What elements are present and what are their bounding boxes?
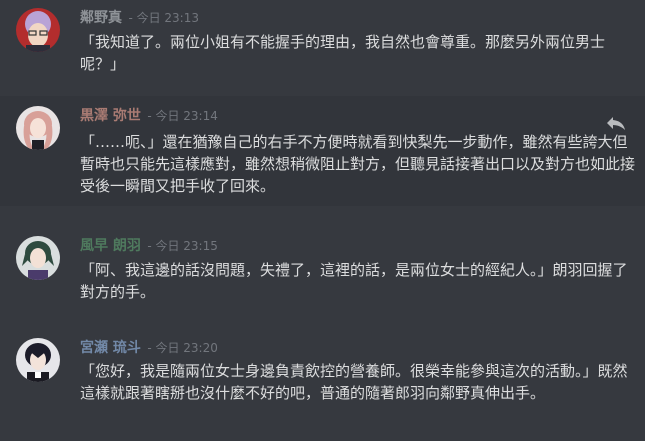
avatar[interactable] xyxy=(16,338,60,382)
chat-message[interactable]: 鄰野真 - 今日 23:13 「我知道了。兩位小姐有不能握手的理由，我自然也會尊… xyxy=(0,0,645,88)
message-timestamp: - 今日 23:14 xyxy=(147,109,218,123)
message-text: 「……呃、」還在猶豫自己的右手不方便時就看到快梨先一步動作，雖然有些誇大但暫時也… xyxy=(80,133,636,195)
message-author[interactable]: 鄰野真 xyxy=(80,10,122,26)
reply-arrow-icon[interactable] xyxy=(605,114,627,132)
message-text: 「您好，我是隨兩位女士身邊負責飲控的營養師。很榮幸能參與這次的活動。」既然這樣就… xyxy=(80,362,628,402)
avatar[interactable] xyxy=(16,236,60,280)
message-text: 「阿、我這邊的話沒問題，失禮了，這裡的話，是兩位女士的經紀人。」朗羽回握了對方的… xyxy=(80,261,628,301)
message-timestamp: - 今日 23:13 xyxy=(128,11,199,25)
chat-message[interactable]: 宮瀬 琉斗 - 今日 23:20 「您好，我是隨兩位女士身邊負責飲控的營養師。很… xyxy=(0,328,645,441)
message-timestamp: - 今日 23:15 xyxy=(147,239,218,253)
message-text: 「我知道了。兩位小姐有不能握手的理由，我自然也會尊重。那麼另外兩位男士呢？」 xyxy=(80,33,606,73)
message-author[interactable]: 宮瀬 琉斗 xyxy=(80,340,141,356)
message-author[interactable]: 黒澤 弥世 xyxy=(80,108,141,124)
chat-message[interactable]: 風早 朗羽 - 今日 23:15 「阿、我這邊的話沒問題，失禮了，這裡的話，是兩… xyxy=(0,226,645,316)
chat-message[interactable]: 黒澤 弥世 - 今日 23:14 「……呃、」還在猶豫自己的右手不方便時就看到快… xyxy=(0,96,645,206)
avatar[interactable] xyxy=(16,106,60,150)
message-author[interactable]: 風早 朗羽 xyxy=(80,238,141,254)
chat-message-list: 鄰野真 - 今日 23:13 「我知道了。兩位小姐有不能握手的理由，我自然也會尊… xyxy=(0,0,645,441)
message-timestamp: - 今日 23:20 xyxy=(147,341,218,355)
avatar[interactable] xyxy=(16,8,60,52)
